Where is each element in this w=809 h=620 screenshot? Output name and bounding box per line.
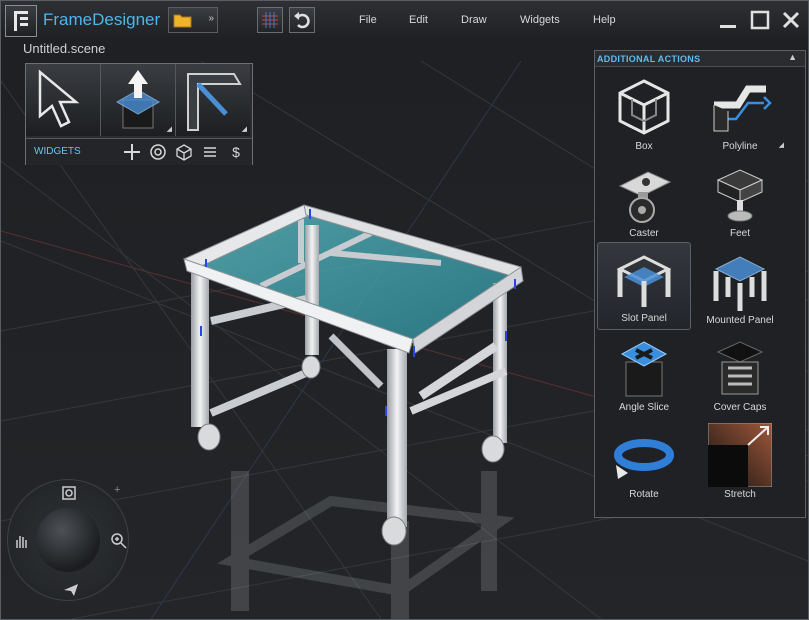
list-icon[interactable] (200, 142, 220, 162)
action-polyline[interactable]: Polyline ◢ (694, 71, 786, 157)
app-logo-icon[interactable] (5, 5, 37, 37)
action-slot-panel[interactable]: Slot Panel (597, 242, 691, 330)
action-caster[interactable]: Caster (598, 158, 690, 244)
frame-profile-icon (187, 73, 242, 131)
rotate-icon (614, 439, 674, 479)
stretch-icon (708, 423, 772, 487)
app-window: FrameDesigner » File Edit Draw Widgets H… (0, 0, 809, 620)
pan-hand-icon[interactable] (12, 532, 30, 550)
grid-snap-button[interactable] (257, 7, 283, 33)
folder-icon (173, 14, 192, 28)
polyline-icon (713, 85, 772, 132)
scene-filename: Untitled.scene (23, 41, 106, 56)
zoom-icon[interactable] (110, 532, 128, 550)
collapse-icon[interactable]: ▲ (788, 52, 797, 62)
close-icon[interactable] (780, 9, 802, 31)
widgets-bar: WIDGETS $ (26, 138, 252, 165)
extrude-tool-button[interactable]: ◢ (101, 64, 176, 136)
menu-help[interactable]: Help (593, 14, 616, 26)
tool-panel: ◢ ◢ WIDGETS $ (25, 63, 253, 165)
feet-icon (716, 169, 764, 222)
cover-caps-icon (716, 341, 764, 395)
action-label: Angle Slice (618, 402, 670, 413)
menu-draw[interactable]: Draw (461, 14, 487, 26)
caster-icon (618, 171, 672, 223)
action-mounted-panel[interactable]: Mounted Panel (694, 245, 786, 331)
action-label: Slot Panel (621, 313, 667, 324)
action-label: Box (635, 141, 653, 152)
plus-icon[interactable] (122, 142, 142, 162)
widgets-label: WIDGETS (34, 146, 81, 157)
additional-actions-panel: ADDITIONAL ACTIONS ▲ Box Polyline ◢ Cast… (594, 50, 806, 518)
expand-icon[interactable]: + (114, 484, 120, 496)
zoom-extents-icon[interactable] (60, 484, 78, 502)
slot-panel-icon (616, 255, 672, 307)
undo-icon (294, 12, 310, 29)
action-label: Rotate (629, 489, 659, 500)
additional-actions-header: ADDITIONAL ACTIONS ▲ (595, 51, 805, 67)
angle-slice-icon (620, 341, 668, 397)
undo-button[interactable] (289, 7, 315, 33)
dollar-icon[interactable]: $ (226, 142, 246, 162)
select-tool-button[interactable] (26, 64, 101, 136)
target-icon[interactable] (148, 142, 168, 162)
action-angle-slice[interactable]: Angle Slice (598, 332, 690, 418)
grid-icon (262, 12, 278, 28)
navigation-wheel[interactable]: + (7, 479, 129, 601)
submenu-indicator-icon: ◢ (778, 142, 784, 149)
select-arrow-icon (38, 69, 80, 128)
maximize-icon[interactable] (749, 9, 771, 31)
title-bar: FrameDesigner » File Edit Draw Widgets H… (1, 1, 808, 39)
submenu-indicator-icon: ◢ (166, 126, 172, 133)
action-cover-caps[interactable]: Cover Caps (694, 332, 786, 418)
action-feet[interactable]: Feet (694, 158, 786, 244)
action-stretch[interactable]: Stretch (694, 419, 786, 505)
menu-file[interactable]: File (359, 14, 377, 26)
menu-edit[interactable]: Edit (409, 14, 428, 26)
action-label: Feet (729, 228, 750, 239)
extrude-icon (115, 70, 161, 129)
additional-actions-title: ADDITIONAL ACTIONS (597, 54, 701, 64)
svg-text:$: $ (232, 144, 240, 160)
profile-tool-button[interactable]: ◢ (176, 64, 250, 136)
action-label: Caster (629, 228, 659, 239)
cube-icon[interactable] (174, 142, 194, 162)
submenu-indicator-icon: ◢ (241, 126, 247, 133)
menu-widgets[interactable]: Widgets (520, 14, 560, 26)
fly-icon[interactable] (62, 580, 80, 598)
app-title: FrameDesigner (43, 10, 161, 29)
action-label: Cover Caps (713, 402, 767, 413)
minimize-icon[interactable] (717, 9, 739, 31)
action-label: Stretch (724, 489, 756, 500)
action-rotate[interactable]: Rotate (598, 419, 690, 505)
box-icon (618, 79, 670, 135)
mounted-panel-icon (713, 256, 767, 311)
orbit-ball[interactable] (36, 508, 100, 572)
action-box[interactable]: Box (598, 71, 690, 157)
more-icon: » (208, 13, 214, 24)
open-file-button[interactable]: » (168, 7, 218, 33)
action-label: Polyline (722, 141, 758, 152)
action-label: Mounted Panel (706, 315, 774, 326)
